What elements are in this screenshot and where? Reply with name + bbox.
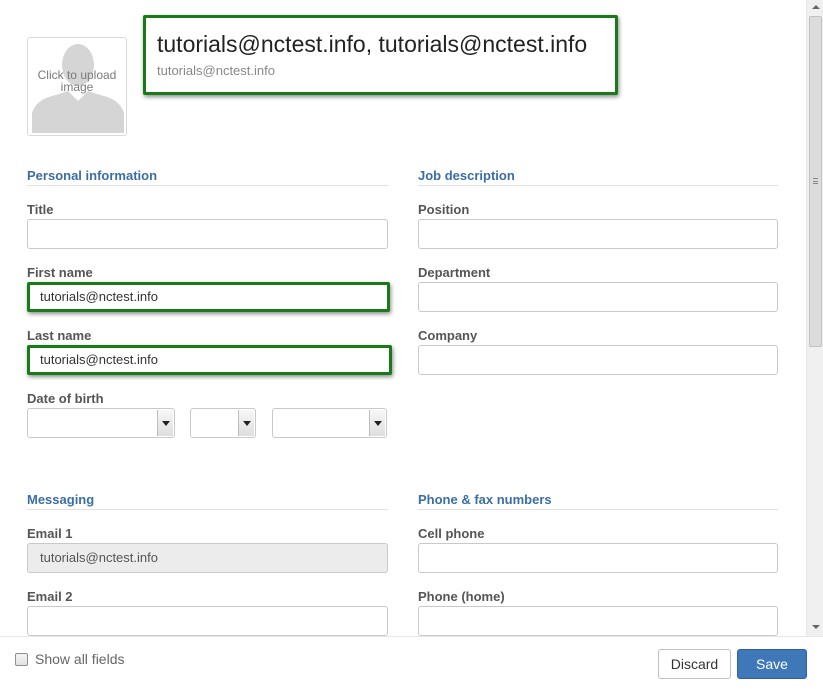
- position-input[interactable]: [418, 219, 778, 249]
- section-divider: [418, 509, 778, 510]
- vertical-scrollbar[interactable]: [806, 0, 823, 636]
- last-name-input[interactable]: tutorials@nctest.info: [27, 345, 392, 375]
- dialog-footer: Show all fields Discard Save: [0, 636, 823, 689]
- position-label: Position: [418, 202, 470, 217]
- department-label: Department: [418, 265, 491, 280]
- chevron-down-icon[interactable]: [157, 410, 173, 436]
- section-divider: [27, 509, 388, 510]
- email2-label: Email 2: [27, 589, 73, 604]
- first-name-input[interactable]: tutorials@nctest.info: [27, 282, 390, 312]
- section-divider: [27, 185, 388, 186]
- email1-input[interactable]: tutorials@nctest.info: [27, 543, 388, 573]
- section-title-phones: Phone & fax numbers: [418, 492, 552, 507]
- department-input[interactable]: [418, 282, 778, 312]
- dob-day-select[interactable]: [190, 408, 256, 438]
- section-title-personal: Personal information: [27, 168, 158, 183]
- chevron-down-icon[interactable]: [238, 410, 254, 436]
- email1-label: Email 1: [27, 526, 73, 541]
- title-input[interactable]: [27, 219, 388, 249]
- contact-email-subtitle: tutorials@nctest.info: [157, 63, 275, 78]
- contact-display-name: tutorials@nctest.info, tutorials@nctest.…: [157, 31, 588, 57]
- section-title-messaging: Messaging: [27, 492, 95, 507]
- section-title-job: Job description: [418, 168, 515, 183]
- upload-image-hint: Click to upload image: [37, 68, 117, 94]
- cell-phone-input[interactable]: [418, 543, 778, 573]
- discard-button[interactable]: Discard: [658, 649, 731, 679]
- last-name-label: Last name: [27, 328, 92, 343]
- dob-year-select[interactable]: [272, 408, 387, 438]
- dob-month-select[interactable]: [27, 408, 175, 438]
- first-name-label: First name: [27, 265, 93, 280]
- show-all-fields-label[interactable]: Show all fields: [35, 651, 125, 667]
- contact-photo-upload[interactable]: Click to upload image: [27, 37, 127, 136]
- email2-input[interactable]: [27, 606, 388, 636]
- section-divider: [418, 185, 778, 186]
- home-phone-label: Phone (home): [418, 589, 505, 604]
- company-input[interactable]: [418, 345, 778, 375]
- scroll-up-arrow-icon[interactable]: [812, 5, 820, 9]
- contact-header: tutorials@nctest.info, tutorials@nctest.…: [143, 15, 618, 95]
- chevron-down-icon[interactable]: [369, 410, 385, 436]
- scrollbar-thumb[interactable]: [809, 16, 822, 347]
- grip-icon: [813, 178, 818, 184]
- company-label: Company: [418, 328, 478, 343]
- scroll-down-arrow-icon[interactable]: [812, 625, 820, 629]
- save-button[interactable]: Save: [737, 649, 807, 679]
- home-phone-input[interactable]: [418, 606, 778, 636]
- show-all-fields-checkbox[interactable]: [15, 653, 28, 666]
- title-label: Title: [27, 202, 54, 217]
- cell-phone-label: Cell phone: [418, 526, 485, 541]
- dob-label: Date of birth: [27, 391, 104, 406]
